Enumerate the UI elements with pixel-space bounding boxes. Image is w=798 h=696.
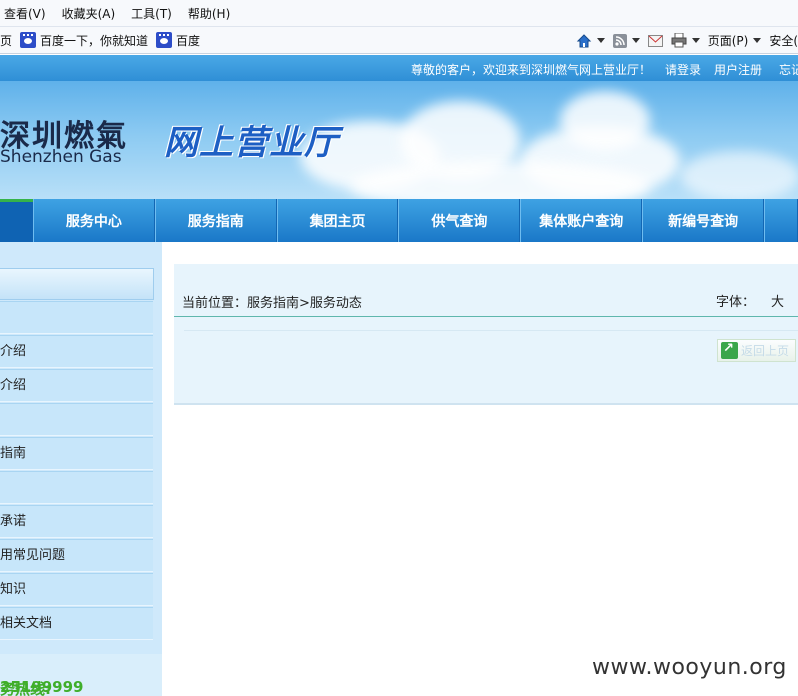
- font-size-large-link[interactable]: 大: [771, 295, 784, 310]
- chevron-down-icon[interactable]: [631, 38, 640, 43]
- register-link[interactable]: 用户注册: [714, 61, 762, 78]
- nav-more[interactable]: [764, 199, 798, 242]
- chevron-down-icon[interactable]: [596, 38, 605, 43]
- page-menu-label: 页面(P): [707, 34, 749, 48]
- menu-tools[interactable]: 工具(T): [131, 5, 172, 22]
- menu-favorites[interactable]: 收藏夹(A): [62, 5, 116, 22]
- mail-icon: [647, 34, 663, 47]
- welcome-text: 尊敬的客户，欢迎来到深圳燃气网上营业厅！: [411, 63, 652, 77]
- chevron-down-icon[interactable]: [691, 38, 700, 43]
- printer-icon: [671, 33, 687, 48]
- sidebar-item[interactable]: [0, 403, 153, 436]
- content-header: 当前位置：服务指南>服务动态 字体： 大: [174, 264, 798, 317]
- favorite-baidu-search[interactable]: 百度一下，你就知道: [20, 32, 148, 49]
- favorite-baidu-label: 百度: [176, 33, 201, 48]
- page-menu-button[interactable]: 页面(P): [708, 32, 762, 49]
- safety-menu-label: 安全(: [769, 34, 798, 48]
- nav-group-account-query[interactable]: 集体账户查询: [520, 199, 643, 242]
- feeds-button[interactable]: [612, 33, 640, 48]
- favorite-baidu-search-label: 百度一下，你就知道: [40, 33, 149, 48]
- sidebar-item[interactable]: 知识: [0, 573, 153, 606]
- favorite-baidu[interactable]: 百度: [156, 32, 200, 49]
- sidebar-item[interactable]: 介绍: [0, 335, 153, 368]
- watermark: www.wooyun.org: [592, 655, 787, 680]
- main-nav: 服务中心 服务指南 集团主页 供气查询 集体账户查询 新编号查询: [0, 199, 798, 242]
- safety-menu-button[interactable]: 安全(: [769, 32, 798, 49]
- content-panel: 当前位置：服务指南>服务动态 字体： 大 返回上页: [174, 264, 798, 405]
- sidebar-item[interactable]: 相关文档: [0, 607, 153, 640]
- back-button-label: 返回上页: [741, 344, 790, 358]
- browser-menubar: 查看(V) 收藏夹(A) 工具(T) 帮助(H): [0, 0, 798, 27]
- command-bar: 页面(P) 安全(: [568, 27, 798, 54]
- hotline-number: 25199999: [0, 678, 84, 696]
- site-logo-english: Shenzhen Gas: [0, 147, 122, 167]
- sidebar-item[interactable]: 承诺: [0, 505, 153, 538]
- rss-feed-icon: [612, 33, 627, 48]
- chevron-down-icon: [753, 38, 762, 43]
- login-link[interactable]: 请登录: [665, 61, 701, 78]
- sidebar-item[interactable]: 指南: [0, 437, 153, 470]
- site-hall-title: 网上营业厅: [164, 123, 339, 163]
- font-size-control: 字体： 大: [716, 291, 784, 310]
- baidu-paw-icon: [20, 32, 37, 48]
- sidebar-header: [0, 268, 154, 300]
- service-hotline-text: 务热线: 25199999: [0, 666, 84, 696]
- home-icon: [576, 33, 591, 47]
- nav-service-center[interactable]: 服务中心: [32, 199, 155, 242]
- favorites-bar: 页 百度一下，你就知道 百度 页面(P) 安全(: [0, 27, 798, 54]
- back-button[interactable]: 返回上页: [717, 339, 796, 362]
- site-banner: 深圳燃氣 Shenzhen Gas 网上营业厅: [0, 81, 798, 200]
- site-top-strip: 尊敬的客户，欢迎来到深圳燃气网上营业厅！ 请登录 用户注册 忘记: [0, 55, 798, 81]
- home-button[interactable]: [576, 33, 605, 49]
- menu-view[interactable]: 查看(V): [4, 5, 46, 22]
- nav-service-guide[interactable]: 服务指南: [154, 199, 277, 242]
- forgot-link[interactable]: 忘记: [779, 61, 798, 78]
- service-hotline: 务热线: 25199999: [0, 654, 162, 696]
- nav-gas-supply-query[interactable]: 供气查询: [398, 199, 521, 242]
- divider: [184, 330, 798, 331]
- mail-button[interactable]: [647, 34, 663, 47]
- favorite-page-label: 页: [0, 33, 13, 48]
- sidebar-item[interactable]: 用常见问题: [0, 539, 153, 572]
- nav-home-tab[interactable]: [0, 199, 33, 242]
- menu-help[interactable]: 帮助(H): [188, 5, 230, 22]
- nav-new-number-query[interactable]: 新编号查询: [642, 199, 765, 242]
- sidebar-item[interactable]: [0, 301, 153, 334]
- sidebar-item[interactable]: 介绍: [0, 369, 153, 402]
- print-button[interactable]: [671, 33, 700, 48]
- back-arrow-icon: [721, 341, 738, 359]
- sidebar-item[interactable]: [0, 471, 153, 504]
- baidu-paw-icon: [156, 32, 173, 48]
- nav-group-home[interactable]: 集团主页: [276, 199, 399, 242]
- favorite-page[interactable]: 页: [0, 32, 12, 49]
- font-size-label: 字体：: [715, 295, 755, 310]
- breadcrumb: 当前位置：服务指南>服务动态: [182, 296, 362, 311]
